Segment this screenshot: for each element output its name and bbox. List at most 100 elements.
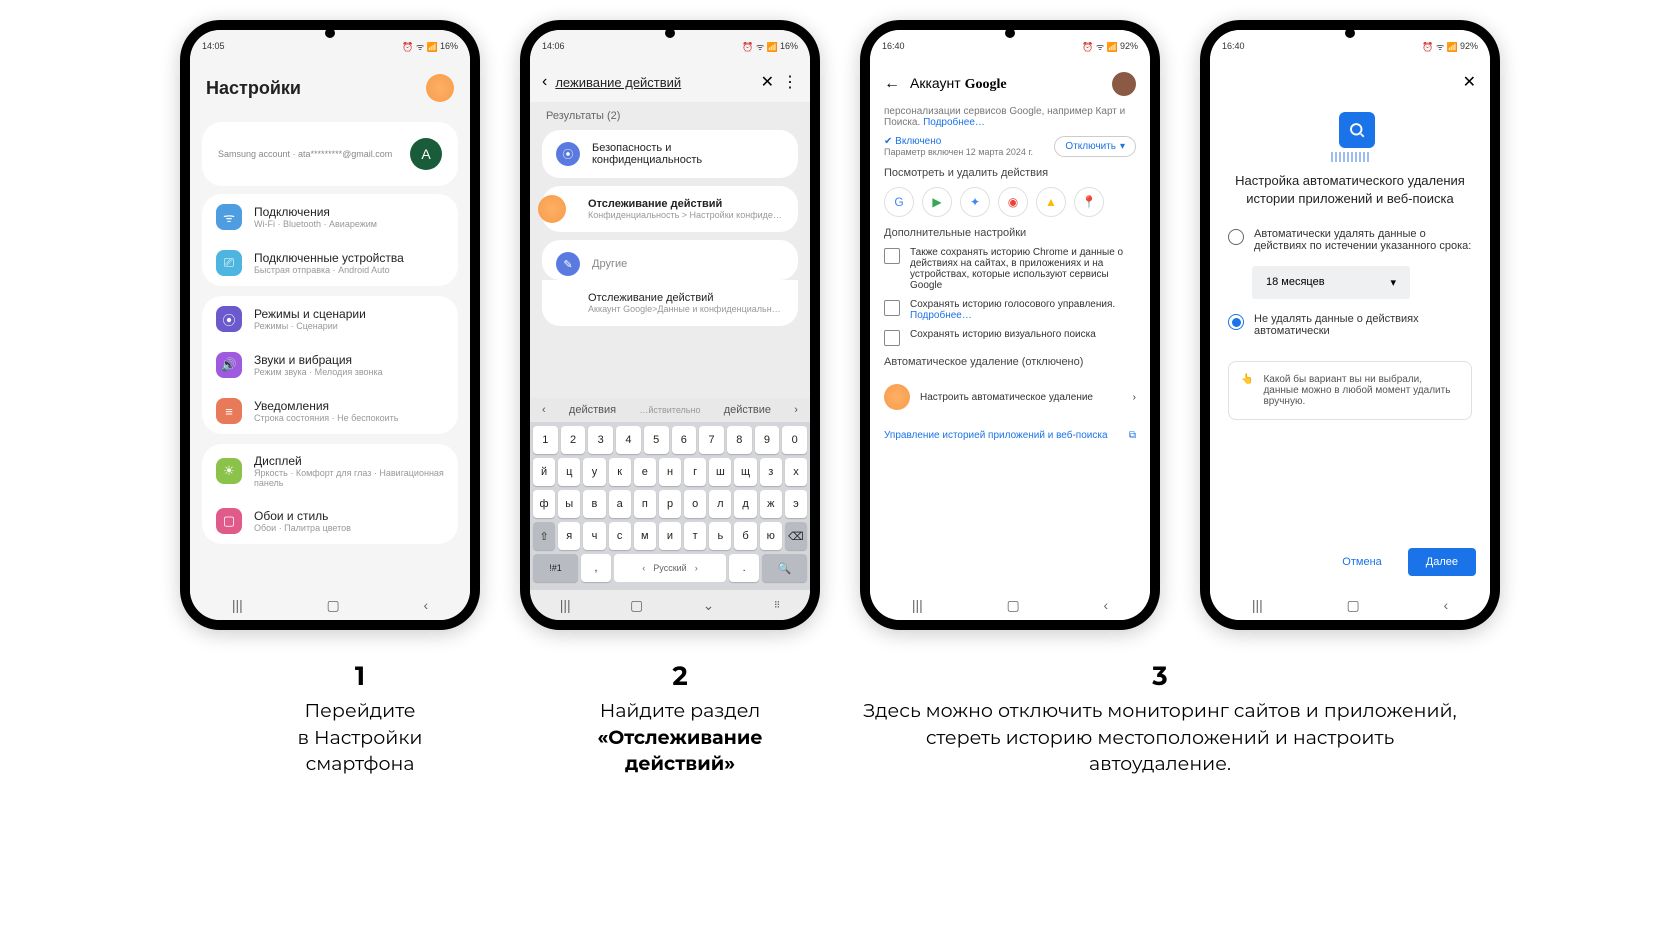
item-wallpaper[interactable]: ▢ Обои и стильОбои · Палитра цветов: [202, 498, 458, 544]
kb-period[interactable]: .: [729, 554, 759, 582]
radio[interactable]: [1228, 229, 1244, 245]
clear-icon[interactable]: ✕: [761, 72, 774, 92]
check-visual-history[interactable]: Сохранять историю визуального поиска: [884, 329, 1136, 346]
kb-key[interactable]: 5: [644, 426, 669, 454]
kb-key[interactable]: д: [734, 490, 756, 518]
app-icon[interactable]: ◉: [998, 187, 1028, 217]
kb-key[interactable]: п: [634, 490, 656, 518]
back-icon[interactable]: ←: [884, 75, 900, 93]
disable-button[interactable]: Отключить ▾: [1054, 136, 1136, 157]
nav-recent[interactable]: |||: [560, 597, 571, 613]
kb-search[interactable]: 🔍: [762, 554, 807, 582]
kb-key[interactable]: ы: [558, 490, 580, 518]
kb-key[interactable]: к: [609, 458, 631, 486]
nav-home[interactable]: ▢: [1347, 597, 1360, 614]
nav-home[interactable]: ▢: [327, 597, 340, 614]
settings-list[interactable]: ᯤ ПодключенияWi-Fi · Bluetooth · Авиареж…: [190, 194, 470, 590]
kb-key[interactable]: з: [760, 458, 782, 486]
activity-content[interactable]: персонализации сервисов Google, например…: [870, 106, 1150, 590]
kb-key[interactable]: ь: [709, 522, 731, 550]
kb-key[interactable]: ю: [760, 522, 782, 550]
nav-back[interactable]: ‹: [1443, 597, 1448, 613]
manage-history-link[interactable]: Управление историей приложений и веб-пои…: [884, 420, 1136, 451]
kb-key[interactable]: г: [684, 458, 706, 486]
kb-key[interactable]: 0: [782, 426, 807, 454]
samsung-account-card[interactable]: Samsung account · ata*********@gmail.com…: [202, 122, 458, 186]
kb-key[interactable]: а: [609, 490, 631, 518]
kb-key[interactable]: н: [659, 458, 681, 486]
kb-key[interactable]: ⌫: [785, 522, 807, 550]
more-icon[interactable]: ⋮: [782, 72, 798, 92]
nav-recent[interactable]: |||: [1252, 597, 1263, 613]
duration-select[interactable]: 18 месяцев▾: [1252, 266, 1410, 299]
app-icon[interactable]: ▶: [922, 187, 952, 217]
kb-sym[interactable]: !#1: [533, 554, 578, 582]
check-chrome-history[interactable]: Также сохранять историю Chrome и данные …: [884, 247, 1136, 291]
kb-key[interactable]: р: [659, 490, 681, 518]
kb-key[interactable]: о: [684, 490, 706, 518]
result-security[interactable]: ⦿ Безопасность и конфиденциальность: [542, 130, 798, 178]
item-connected-devices[interactable]: ⎚ Подключенные устройстваБыстрая отправк…: [202, 240, 458, 286]
app-icon[interactable]: ✦: [960, 187, 990, 217]
nav-home[interactable]: ▢: [1007, 597, 1020, 614]
avatar[interactable]: A: [410, 138, 442, 170]
kb-space[interactable]: ‹ Русский ›: [614, 554, 726, 582]
kb-key[interactable]: я: [558, 522, 580, 550]
kb-key[interactable]: б: [734, 522, 756, 550]
item-sounds[interactable]: 🔊 Звуки и вибрацияРежим звука · Мелодия …: [202, 342, 458, 388]
cancel-button[interactable]: Отмена: [1324, 548, 1399, 576]
kb-key[interactable]: м: [634, 522, 656, 550]
kb-key[interactable]: т: [684, 522, 706, 550]
kb-key[interactable]: л: [709, 490, 731, 518]
nav-home[interactable]: ▢: [630, 597, 643, 614]
back-icon[interactable]: ‹: [542, 73, 547, 91]
nav-recent[interactable]: |||: [912, 597, 923, 613]
kb-suggestions[interactable]: ‹ действия …йствительно действие ›: [530, 398, 810, 422]
kb-key[interactable]: 6: [672, 426, 697, 454]
nav-back[interactable]: ⌄: [703, 597, 715, 614]
result-activity-google[interactable]: Отслеживание действийАккаунт Google>Данн…: [542, 280, 798, 326]
item-display[interactable]: ☀ ДисплейЯркость · Комфорт для глаз · На…: [202, 444, 458, 498]
kb-key[interactable]: с: [609, 522, 631, 550]
kb-key[interactable]: х: [785, 458, 807, 486]
item-modes[interactable]: ⦿ Режимы и сценарииРежимы · Сценарии: [202, 296, 458, 342]
check-voice-history[interactable]: Сохранять историю голосового управления.…: [884, 299, 1136, 321]
kb-key[interactable]: 8: [727, 426, 752, 454]
item-notifications[interactable]: ≡ УведомленияСтрока состояния · Не беспо…: [202, 388, 458, 434]
kb-key[interactable]: е: [634, 458, 656, 486]
kb-key[interactable]: ц: [558, 458, 580, 486]
result-activity-tracking[interactable]: Отслеживание действийКонфиденциальность …: [542, 186, 798, 232]
kb-key[interactable]: й: [533, 458, 555, 486]
radio-no-delete[interactable]: Не удалять данные о действиях автоматиче…: [1228, 313, 1472, 337]
item-connections[interactable]: ᯤ ПодключенияWi-Fi · Bluetooth · Авиареж…: [202, 194, 458, 240]
kb-key[interactable]: 4: [616, 426, 641, 454]
app-icon[interactable]: 📍: [1074, 187, 1104, 217]
avatar[interactable]: [1112, 72, 1136, 96]
keyboard[interactable]: 1234567890 йцукенгшщзх фывапролджэ ⇧ячсм…: [530, 422, 810, 590]
kb-key[interactable]: 2: [561, 426, 586, 454]
checkbox[interactable]: [884, 330, 900, 346]
kb-key[interactable]: ж: [760, 490, 782, 518]
kb-comma[interactable]: ,: [581, 554, 611, 582]
close-icon[interactable]: ✕: [1463, 72, 1476, 92]
checkbox[interactable]: [884, 248, 900, 264]
kb-key[interactable]: 3: [588, 426, 613, 454]
kb-key[interactable]: ф: [533, 490, 555, 518]
nav-back[interactable]: ‹: [423, 597, 428, 613]
kb-key[interactable]: ⇧: [533, 522, 555, 550]
kb-key[interactable]: 9: [755, 426, 780, 454]
app-icon[interactable]: ▲: [1036, 187, 1066, 217]
radio-auto-delete[interactable]: Автоматически удалять данные о действиях…: [1228, 228, 1472, 252]
radio[interactable]: [1228, 314, 1244, 330]
nav-recent[interactable]: |||: [232, 597, 243, 613]
search-input[interactable]: леживание действий: [555, 75, 752, 90]
kb-key[interactable]: щ: [734, 458, 756, 486]
kb-key[interactable]: э: [785, 490, 807, 518]
kb-key[interactable]: ч: [583, 522, 605, 550]
kb-key[interactable]: и: [659, 522, 681, 550]
kb-key[interactable]: 1: [533, 426, 558, 454]
kb-key[interactable]: у: [583, 458, 605, 486]
kb-key[interactable]: в: [583, 490, 605, 518]
next-button[interactable]: Далее: [1408, 548, 1476, 576]
app-icon[interactable]: G: [884, 187, 914, 217]
